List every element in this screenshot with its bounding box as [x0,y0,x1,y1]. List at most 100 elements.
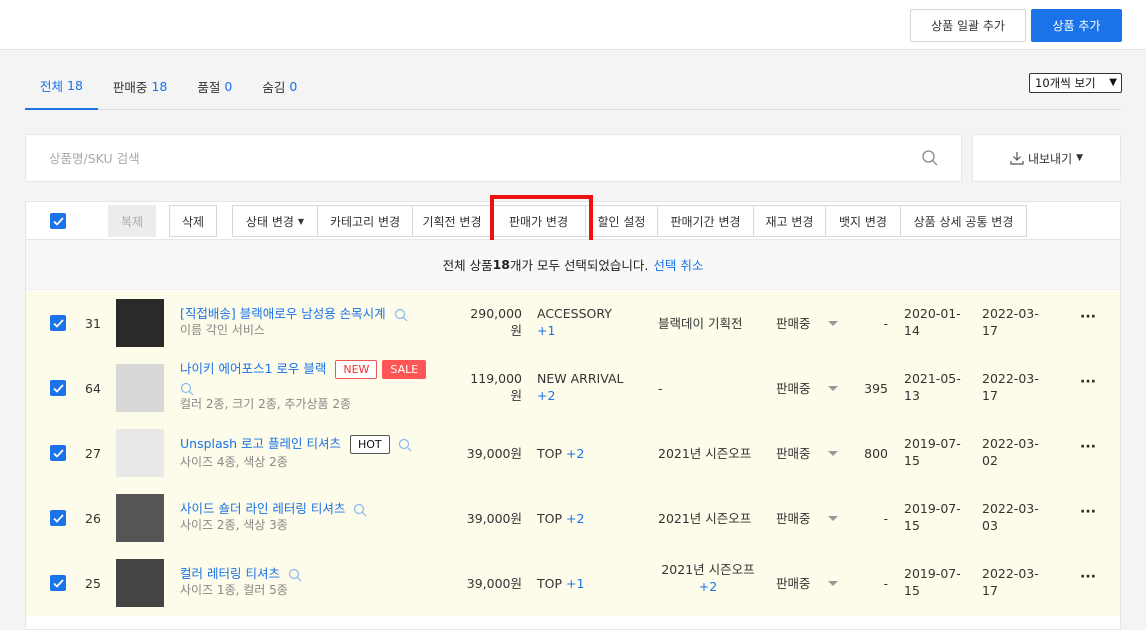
category-change-button[interactable]: 카테고리 변경 [317,205,413,237]
category-more[interactable]: +1 [566,576,584,591]
status-select[interactable]: 판매중 [776,575,811,592]
search-icon[interactable] [394,308,408,322]
more-icon[interactable]: ··· [1080,374,1096,390]
plan-name: 2021년 시즌오프 [658,511,752,526]
row-checkbox[interactable] [50,380,66,396]
product-plan: - [658,380,758,397]
product-info: 사이드 숄더 라인 레터링 티셔츠 사이즈 2종, 색상 3종 [180,500,450,534]
check-icon [52,383,64,393]
plan-more[interactable]: +2 [658,578,758,595]
add-product-button[interactable]: 상품 추가 [1031,9,1122,42]
tab-sold-out[interactable]: 품절 0 [182,62,247,110]
tab-label: 판매중 [112,79,148,95]
search-icon[interactable] [921,149,939,167]
product-options: 사이즈 1종, 컬러 5종 [180,583,288,597]
table-row[interactable]: 26 사이드 숄더 라인 레터링 티셔츠 사이즈 2종, 색상 3종 39,00… [26,486,1120,551]
table-row[interactable]: 31 [직접배송] 블랙애로우 남성용 손목시계 이름 각인 서비스 290,0… [26,291,1120,356]
tab-count: 18 [67,77,83,93]
category-more[interactable]: +1 [537,323,555,338]
per-page-value: 10개씩 보기 [1035,76,1096,90]
export-button[interactable]: 내보내기 ▼ [972,134,1121,182]
product-name-link[interactable]: Unsplash 로고 플레인 티셔츠 [180,436,341,451]
price-change-button[interactable]: 판매가 변경 [491,205,586,237]
product-name-link[interactable]: 컬러 레터링 티셔츠 [180,566,280,581]
row-checkbox[interactable] [50,315,66,331]
product-id: 64 [85,381,101,396]
download-icon [1010,152,1024,165]
top-bar: 상품 일괄 추가 상품 추가 [0,0,1146,50]
product-name-link[interactable]: 나이키 에어포스1 로우 블랙 [180,361,326,376]
category-more[interactable]: +2 [537,388,555,403]
product-price: 290,000 원 [446,305,522,339]
status-select[interactable]: 판매중 [776,315,811,332]
price-value: 119,000 [470,371,522,386]
table-row[interactable]: 64 나이키 에어포스1 로우 블랙 NEW SALE 컬러 2종, 크기 2종,… [26,356,1120,421]
table-row[interactable]: 27 Unsplash 로고 플레인 티셔츠 HOT 사이즈 4종, 색상 2종… [26,421,1120,486]
search-icon[interactable] [288,568,302,582]
date-part: 2020-01- [904,306,961,321]
product-thumbnail [116,559,164,607]
price-value: 39,000원 [466,446,522,461]
tab-on-sale[interactable]: 판매중 18 [98,62,182,110]
search-icon[interactable] [180,382,194,396]
chevron-down-icon: ▼ [1109,77,1117,88]
category-more[interactable]: +2 [566,511,584,526]
search-input[interactable] [26,135,826,181]
bulk-action-toolbar: 복제 삭제 상태 변경 ▼ 카테고리 변경 기획전 변경 판매가 변경 할인 설정… [26,195,1120,244]
date-part: 17 [982,583,998,598]
plan-change-button[interactable]: 기획전 변경 [412,205,492,237]
date-part: 2019-07- [904,501,961,516]
plan-name: 블랙데이 기획전 [658,316,743,331]
product-thumbnail [116,299,164,347]
detail-common-change-button[interactable]: 상품 상세 공통 변경 [900,205,1027,237]
tab-count: 0 [289,78,298,94]
product-price: 39,000원 [446,575,522,592]
row-checkbox[interactable] [50,575,66,591]
status-select[interactable]: 판매중 [776,510,811,527]
table-row[interactable]: 25 컬러 레터링 티셔츠 사이즈 1종, 컬러 5종 39,000원 TOP … [26,551,1120,616]
modified-date: 2022-03- 02 [982,435,1039,469]
per-page-select[interactable]: 10개씩 보기 ▼ [1029,73,1122,93]
product-info: 나이키 에어포스1 로우 블랙 NEW SALE 컬러 2종, 크기 2종, 추가… [180,360,450,413]
product-id: 26 [85,511,101,526]
date-part: 17 [982,388,998,403]
status-select[interactable]: 판매중 [776,380,811,397]
search-icon[interactable] [353,503,367,517]
date-part: 15 [904,518,920,533]
more-icon[interactable]: ··· [1080,504,1096,520]
stock-change-button[interactable]: 재고 변경 [753,205,826,237]
category-more[interactable]: +2 [566,446,584,461]
discount-setting-button[interactable]: 할인 설정 [585,205,658,237]
product-badge: HOT [350,435,390,454]
more-icon[interactable]: ··· [1080,569,1096,585]
product-name-link[interactable]: 사이드 숄더 라인 레터링 티셔츠 [180,501,345,516]
product-category: NEW ARRIVAL +2 [537,370,647,404]
date-part: 13 [904,388,920,403]
row-checkbox[interactable] [50,445,66,461]
price-value: 39,000원 [466,511,522,526]
tab-all[interactable]: 전체 18 [25,62,98,110]
bulk-add-button[interactable]: 상품 일괄 추가 [910,9,1026,42]
period-change-button[interactable]: 판매기간 변경 [657,205,754,237]
date-part: 03 [982,518,998,533]
status-select[interactable]: 판매중 [776,445,811,462]
copy-button[interactable]: 복제 [108,205,156,237]
status-change-label: 상태 변경 [245,214,294,229]
product-name-link[interactable]: [직접배송] 블랙애로우 남성용 손목시계 [180,306,386,321]
delete-button[interactable]: 삭제 [169,205,217,237]
more-icon[interactable]: ··· [1080,439,1096,455]
status-value: 판매중 [776,446,811,461]
cancel-selection-link[interactable]: 선택 취소 [653,255,703,274]
badge-change-button[interactable]: 뱃지 변경 [825,205,901,237]
stock-value: 395 [864,381,888,396]
tab-label: 품절 [197,79,221,95]
search-icon[interactable] [398,438,412,452]
price-value: 290,000 [470,306,522,321]
select-all-checkbox[interactable] [50,213,66,229]
more-icon[interactable]: ··· [1080,309,1096,325]
row-checkbox[interactable] [50,510,66,526]
product-price: 39,000원 [446,510,522,527]
status-change-button[interactable]: 상태 변경 ▼ [232,205,318,237]
tab-hidden[interactable]: 숨김 0 [247,62,312,110]
date-part: 2022-03- [982,566,1039,581]
